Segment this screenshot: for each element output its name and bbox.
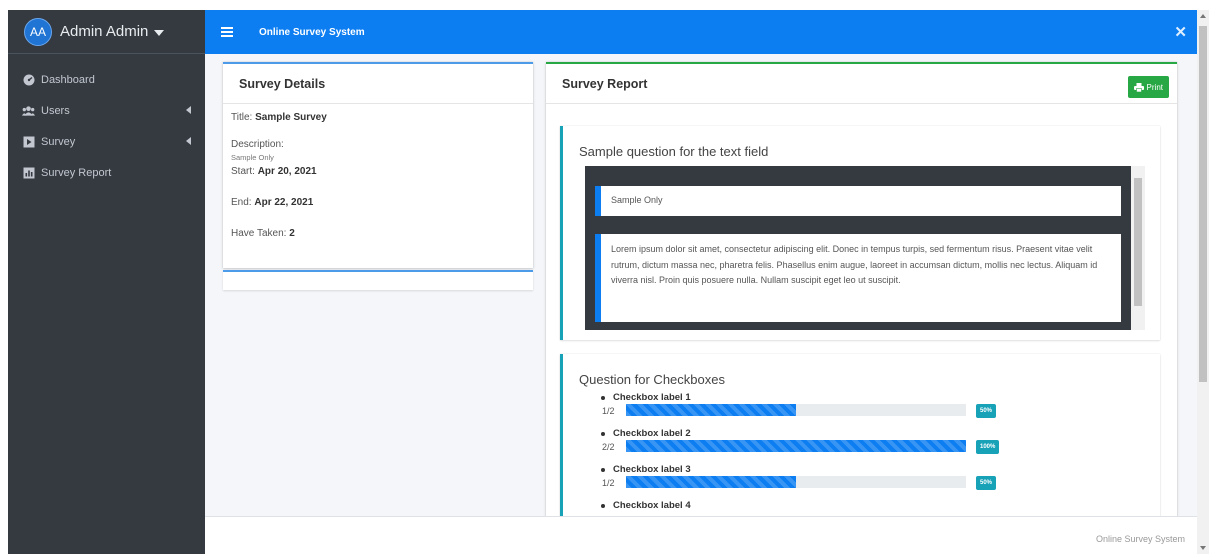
sidebar-item-survey[interactable]: Survey <box>8 126 205 157</box>
progress-track <box>626 476 966 488</box>
sidebar-item-dashboard[interactable]: Dashboard <box>8 64 205 95</box>
text-answer: Sample Only <box>595 186 1121 216</box>
checkbox-result-item: Checkbox label 1 1/2 50% <box>601 392 1101 428</box>
user-menu[interactable]: AA Admin Admin <box>8 10 205 54</box>
survey-details-card: Survey Details Title: Sample Survey Desc… <box>223 62 533 268</box>
answers-scrollbar[interactable] <box>1131 166 1145 330</box>
percent-badge: 50% <box>976 476 997 490</box>
start-label: Start: <box>231 166 255 177</box>
chevron-left-icon <box>186 137 191 145</box>
end-label: End: <box>231 197 252 208</box>
taken-label: Have Taken: <box>231 228 287 239</box>
percent-badge: 50% <box>976 404 997 418</box>
caret-down-icon <box>154 29 165 36</box>
sidebar-item-survey-report[interactable]: Survey Report <box>8 157 205 188</box>
survey-icon <box>22 135 35 148</box>
progress-fill <box>626 404 796 416</box>
start-value: Apr 20, 2021 <box>257 166 317 177</box>
checkbox-results: Checkbox label 1 1/2 50% Checkbox label … <box>601 392 1101 522</box>
progress-fill <box>626 440 966 452</box>
sidebar-item-label: Survey Report <box>41 166 112 179</box>
option-label: Checkbox label 4 <box>613 500 691 511</box>
chevron-left-icon <box>186 106 191 114</box>
question-card: Question for Checkboxes Checkbox label 1… <box>560 354 1160 522</box>
bullet-icon <box>601 468 605 472</box>
survey-details-body: Title: Sample Survey Description: Sample… <box>223 104 533 267</box>
dashboard-icon <box>22 73 35 86</box>
option-label: Checkbox label 2 <box>613 428 691 439</box>
scroll-down-icon[interactable] <box>1200 546 1206 550</box>
percent-badge: 100% <box>976 440 1000 454</box>
survey-report-title: Survey Report <box>546 64 1177 104</box>
bullet-icon <box>601 504 605 508</box>
printer-icon <box>1133 82 1144 92</box>
option-fraction: 2/2 <box>602 442 615 452</box>
avatar: AA <box>24 17 52 46</box>
card-divider <box>223 270 533 290</box>
option-fraction: 1/2 <box>602 406 615 416</box>
checkbox-result-item: Checkbox label 2 2/2 100% <box>601 428 1101 464</box>
users-icon <box>22 104 35 117</box>
progress-track <box>626 404 966 416</box>
expand-close-icon[interactable]: ✕ <box>1174 23 1187 41</box>
question-card: Sample question for the text field Sampl… <box>560 126 1160 340</box>
title-value: Sample Survey <box>255 112 327 123</box>
footer-text: Online Survey System <box>1095 534 1185 544</box>
sidebar-item-label: Dashboard <box>41 73 95 86</box>
survey-report-card: Survey Report Print Sample question for … <box>546 62 1177 522</box>
sidebar-nav: Dashboard Users Survey Survey Report <box>8 54 205 188</box>
description-label: Description: <box>231 139 284 150</box>
scroll-up-icon[interactable] <box>1200 14 1206 18</box>
progress-track <box>626 440 966 452</box>
taken-value: 2 <box>289 228 295 239</box>
print-label: Print <box>1146 82 1163 92</box>
window-frame-top <box>0 0 1209 10</box>
sidebar: AA Admin Admin Dashboard Users Survey Su… <box>8 10 205 554</box>
footer: Online Survey System <box>205 516 1197 554</box>
scrollbar-thumb[interactable] <box>1199 26 1207 382</box>
checkbox-result-item: Checkbox label 3 1/2 50% <box>601 464 1101 500</box>
user-name: Admin Admin <box>60 23 149 40</box>
scrollbar-thumb[interactable] <box>1134 178 1142 306</box>
sidebar-item-label: Users <box>41 104 70 117</box>
option-label: Checkbox label 1 <box>613 392 691 403</box>
survey-details-title: Survey Details <box>223 64 533 104</box>
text-answers-panel[interactable]: Sample Only Lorem ipsum dolor sit amet, … <box>585 166 1145 330</box>
page-scrollbar[interactable] <box>1197 10 1209 554</box>
bullet-icon <box>601 396 605 400</box>
title-label: Title: <box>231 112 253 123</box>
question-title: Question for Checkboxes <box>579 372 725 387</box>
sidebar-item-label: Survey <box>41 135 76 148</box>
text-answer: Lorem ipsum dolor sit amet, consectetur … <box>595 234 1121 322</box>
app-title: Online Survey System <box>259 26 365 38</box>
sidebar-item-users[interactable]: Users <box>8 95 205 126</box>
hamburger-menu-icon[interactable] <box>221 27 233 37</box>
option-fraction: 1/2 <box>602 478 615 488</box>
top-navbar: Online Survey System ✕ <box>205 10 1197 54</box>
option-label: Checkbox label 3 <box>613 464 691 475</box>
description-value: Sample Only <box>231 153 274 162</box>
end-value: Apr 22, 2021 <box>254 197 314 208</box>
progress-fill <box>626 476 796 488</box>
bullet-icon <box>601 432 605 436</box>
window-frame-left <box>0 0 8 554</box>
print-button[interactable]: Print <box>1127 76 1169 98</box>
question-title: Sample question for the text field <box>579 144 769 159</box>
report-icon <box>22 166 35 179</box>
